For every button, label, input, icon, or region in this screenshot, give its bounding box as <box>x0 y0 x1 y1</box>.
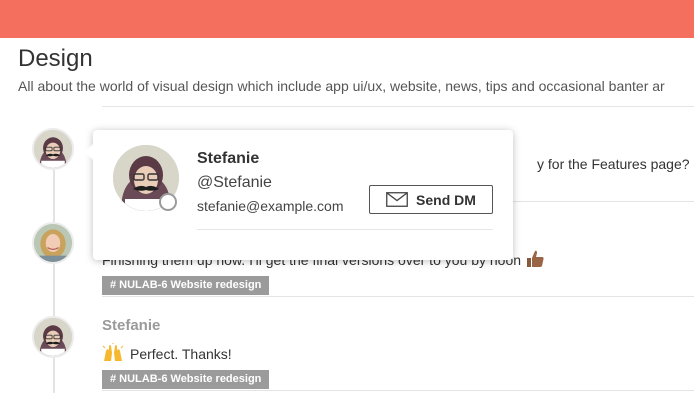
message-author[interactable]: Stefanie <box>102 317 160 334</box>
divider <box>102 390 694 391</box>
avatar[interactable] <box>32 316 74 358</box>
send-dm-label: Send DM <box>416 191 476 208</box>
message-text-content: Perfect. Thanks! <box>130 346 232 362</box>
presence-status-icon <box>159 193 177 211</box>
popover-arrow <box>85 144 93 160</box>
profile-name: Stefanie <box>197 150 260 167</box>
envelope-icon <box>386 192 408 207</box>
thumbs-up-icon <box>527 250 544 267</box>
avatar[interactable] <box>32 222 74 264</box>
channel-description: All about the world of visual design whi… <box>18 78 665 94</box>
channel-header: Design All about the world of visual des… <box>0 38 694 100</box>
channel-tag[interactable]: # NULAB-6 Website redesign <box>102 276 270 295</box>
blonde-user-avatar-icon <box>34 224 72 262</box>
divider <box>102 296 694 297</box>
stefanie-avatar-icon <box>34 130 72 168</box>
message-text: y for the Features page? <box>537 156 690 172</box>
channel-title: Design <box>18 45 93 72</box>
send-dm-button[interactable]: Send DM <box>369 185 493 214</box>
raised-hands-icon <box>102 343 124 361</box>
message-text: Perfect. Thanks! <box>102 343 232 363</box>
profile-email[interactable]: stefanie@example.com <box>197 198 344 214</box>
top-bar <box>0 0 694 38</box>
channel-tag[interactable]: # NULAB-6 Website redesign <box>102 370 270 389</box>
stefanie-avatar-icon <box>34 318 72 356</box>
avatar[interactable] <box>32 128 74 170</box>
user-profile-popover: Stefanie @Stefanie stefanie@example.com … <box>85 130 513 260</box>
divider <box>102 106 694 107</box>
popover-divider <box>197 229 493 230</box>
profile-handle: @Stefanie <box>197 174 272 191</box>
